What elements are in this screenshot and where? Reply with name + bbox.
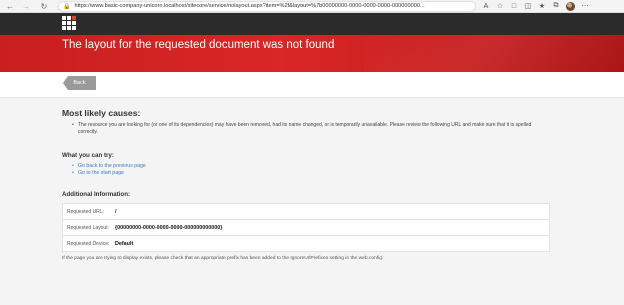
footer-note: If the page you are trying to display ex… xyxy=(62,256,384,261)
page-title: The layout for the requested document wa… xyxy=(62,39,335,51)
main-content: Most likely causes: The resource you are… xyxy=(62,108,550,261)
info-row: Requested URL: / xyxy=(62,204,550,220)
split-screen-icon[interactable]: ◫ xyxy=(524,2,532,10)
read-aloud-icon[interactable]: A xyxy=(482,2,490,10)
favorites-icon[interactable]: ★ xyxy=(538,2,546,10)
lock-icon[interactable]: 🔒 xyxy=(63,3,70,10)
try-heading: What you can try: xyxy=(62,152,114,159)
info-row: Requested Layout: {00000000-0000-0000-00… xyxy=(62,220,550,236)
info-value: Default xyxy=(115,240,134,247)
browser-toolbar-icons: A ☆ □ ◫ ★ ⧉ ⋯ xyxy=(482,1,589,11)
collections-icon[interactable]: ⧉ xyxy=(552,2,560,10)
back-strip: Back xyxy=(0,72,624,98)
causes-heading: Most likely causes: xyxy=(62,108,141,118)
url-text[interactable]: https://www.basic-company-unicorn.localh… xyxy=(74,3,424,9)
address-bar[interactable]: 🔒 https://www.basic-company-unicorn.loca… xyxy=(58,0,476,12)
sitecore-logo-icon xyxy=(62,16,76,30)
info-key: Requested Device: xyxy=(67,240,110,247)
link-previous-page[interactable]: Go back to the previous page xyxy=(72,163,146,170)
try-list: Go back to the previous page Go to the s… xyxy=(72,163,146,177)
favorite-icon[interactable]: ☆ xyxy=(496,2,504,10)
cause-item: The resource you are looking for (or one… xyxy=(72,122,550,135)
info-table: Requested URL: / Requested Layout: {0000… xyxy=(62,203,550,252)
info-key: Requested URL: xyxy=(67,208,104,215)
info-row: Requested Device: Default xyxy=(62,236,550,252)
back-icon[interactable]: ← xyxy=(4,0,16,12)
info-value: / xyxy=(115,208,117,215)
browser-toolbar: ← → ↻ 🔒 https://www.basic-company-unicor… xyxy=(0,0,624,13)
more-menu-icon[interactable]: ⋯ xyxy=(581,2,589,10)
forward-icon[interactable]: → xyxy=(20,0,32,12)
info-value: {00000000-0000-0000-0000-000000000000} xyxy=(115,224,223,231)
back-button[interactable]: Back xyxy=(63,76,96,90)
profile-avatar[interactable] xyxy=(566,1,575,11)
site-header xyxy=(0,13,624,35)
error-banner: The layout for the requested document wa… xyxy=(0,35,624,72)
additional-info-heading: Additional Information: xyxy=(62,191,131,198)
link-start-page[interactable]: Go to the start page xyxy=(72,170,146,177)
extensions-icon[interactable]: □ xyxy=(510,2,518,10)
causes-list: The resource you are looking for (or one… xyxy=(62,122,550,135)
reload-icon[interactable]: ↻ xyxy=(38,0,50,12)
info-key: Requested Layout: xyxy=(67,224,109,231)
